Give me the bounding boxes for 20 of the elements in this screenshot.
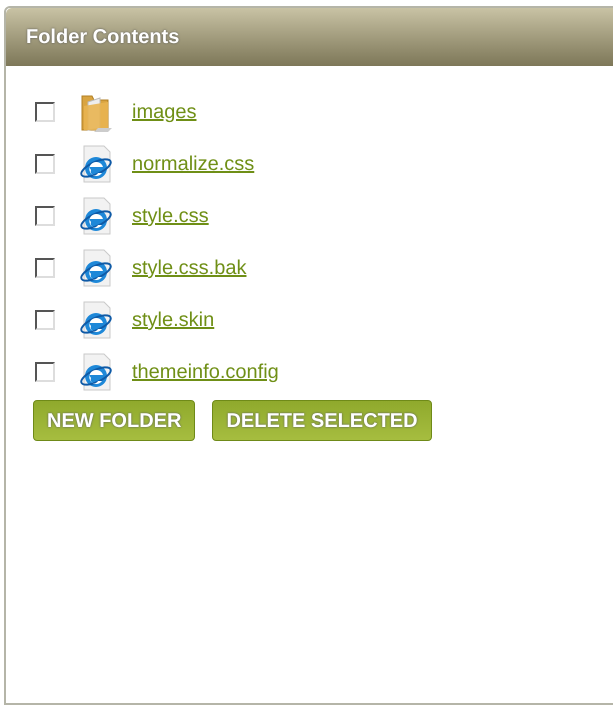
file-link[interactable]: images [132,97,196,127]
action-button[interactable]: NEW FOLDER [33,400,196,441]
file-link[interactable]: themeinfo.config [132,357,279,387]
document-globe-icon [78,352,114,392]
document-globe-icon [78,196,114,236]
file-link[interactable]: normalize.css [132,149,254,179]
file-link[interactable]: style.css [132,201,209,231]
document-globe-icon [78,248,114,288]
document-globe-icon [78,300,114,340]
checkbox[interactable] [35,310,55,330]
checkbox[interactable] [35,154,55,174]
checkbox[interactable] [35,362,55,382]
file-link[interactable]: style.skin [132,305,214,335]
file-link[interactable]: style.css.bak [132,253,246,283]
checkbox[interactable] [35,102,55,122]
action-button[interactable]: DELETE SELECTED [212,400,432,441]
checkbox[interactable] [35,206,55,226]
panel-title: Folder Contents [26,25,180,50]
document-globe-icon [78,144,114,184]
checkbox[interactable] [35,258,55,278]
